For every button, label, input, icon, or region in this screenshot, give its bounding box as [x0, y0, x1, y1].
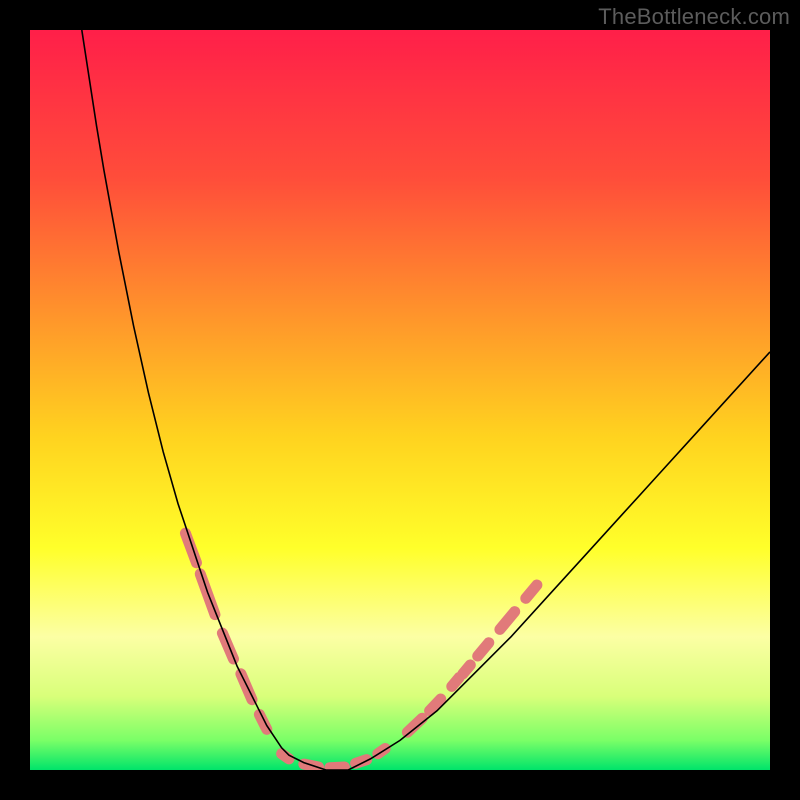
highlight-segment	[330, 767, 345, 768]
highlight-segment	[452, 678, 459, 687]
highlight-segment	[463, 665, 470, 674]
chart-frame: TheBottleneck.com	[0, 0, 800, 800]
bottleneck-chart	[30, 30, 770, 770]
watermark-text: TheBottleneck.com	[598, 4, 790, 30]
plot-background	[30, 30, 770, 770]
